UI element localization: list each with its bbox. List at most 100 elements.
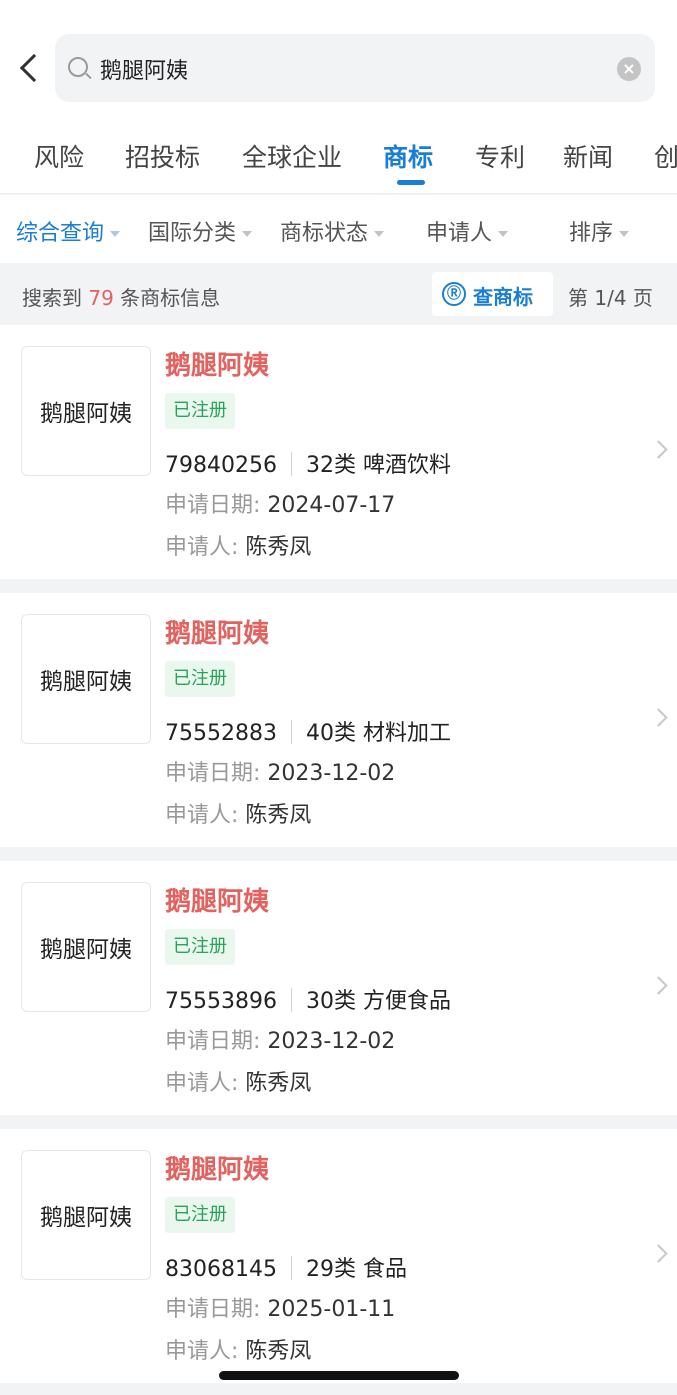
trademark-logo: 鹅腿阿姨 bbox=[21, 882, 151, 1012]
registration-row: 79840256 32类 啤酒饮料 bbox=[165, 447, 451, 479]
active-tab-indicator bbox=[397, 180, 425, 185]
chevron-right-icon bbox=[649, 976, 668, 995]
application-date: 2025-01-11 bbox=[267, 1297, 396, 1322]
applicant-row: 申请人: 陈秀凤 bbox=[165, 797, 311, 829]
application-date: 2023-12-02 bbox=[267, 1029, 396, 1054]
chevron-right-icon bbox=[649, 440, 668, 459]
trademark-logo-text: 鹅腿阿姨 bbox=[40, 937, 132, 963]
filter-international-class[interactable]: 国际分类 bbox=[148, 215, 253, 247]
clear-icon[interactable]: × bbox=[617, 57, 641, 81]
filter-label: 综合查询 bbox=[16, 221, 105, 246]
trademark-name: 鹅腿阿姨 bbox=[165, 887, 270, 917]
application-date-row: 申请日期: 2023-12-02 bbox=[165, 755, 395, 787]
trademark-card[interactable]: 鹅腿阿姨 鹅腿阿姨 已注册 75553896 30类 方便食品 申请日期: 202… bbox=[0, 861, 677, 1115]
check-trademark-button[interactable]: Ⓡ 查商标 bbox=[432, 272, 553, 316]
divider bbox=[290, 720, 292, 744]
filter-comprehensive[interactable]: 综合查询 bbox=[16, 215, 121, 247]
applicant-name: 陈秀凤 bbox=[245, 1071, 312, 1096]
filter-trademark-status[interactable]: 商标状态 bbox=[280, 215, 385, 247]
back-button[interactable] bbox=[14, 50, 49, 86]
applicant-row: 申请人: 陈秀凤 bbox=[165, 1065, 311, 1097]
application-date-label: 申请日期: bbox=[165, 493, 261, 518]
tab-more[interactable]: 创 bbox=[654, 138, 677, 174]
search-input[interactable]: 鹅腿阿姨 × bbox=[55, 34, 655, 102]
filter-sort[interactable]: 排序 bbox=[569, 215, 630, 247]
application-date-label: 申请日期: bbox=[165, 761, 261, 786]
home-indicator[interactable] bbox=[219, 1371, 459, 1380]
registration-number: 75553896 bbox=[165, 989, 277, 1014]
filter-label: 申请人 bbox=[426, 221, 493, 246]
caret-down-icon bbox=[242, 231, 253, 237]
search-query[interactable]: 鹅腿阿姨 bbox=[100, 53, 188, 85]
trademark-logo-text: 鹅腿阿姨 bbox=[40, 401, 132, 427]
applicant-label: 申请人: bbox=[165, 803, 239, 828]
application-date-row: 申请日期: 2025-01-11 bbox=[165, 1291, 395, 1323]
application-date-row: 申请日期: 2023-12-02 bbox=[165, 1023, 395, 1055]
filter-label: 国际分类 bbox=[148, 221, 237, 246]
divider bbox=[290, 1256, 292, 1280]
caret-down-icon bbox=[374, 231, 385, 237]
search-header: 鹅腿阿姨 × bbox=[0, 0, 677, 122]
trademark-name: 鹅腿阿姨 bbox=[165, 1155, 270, 1185]
tab-patent[interactable]: 专利 bbox=[475, 138, 525, 174]
divider bbox=[290, 988, 292, 1012]
trademark-class: 32类 啤酒饮料 bbox=[305, 453, 451, 478]
applicant-row: 申请人: 陈秀凤 bbox=[165, 1333, 311, 1365]
registered-mark-icon: Ⓡ bbox=[442, 282, 466, 306]
caret-down-icon bbox=[110, 231, 121, 237]
divider bbox=[290, 452, 292, 476]
search-icon bbox=[68, 57, 88, 77]
filter-bar: 综合查询 国际分类 商标状态 申请人 排序 bbox=[0, 195, 677, 263]
registration-row: 75552883 40类 材料加工 bbox=[165, 715, 451, 747]
trademark-logo: 鹅腿阿姨 bbox=[21, 346, 151, 476]
status-badge: 已注册 bbox=[165, 1197, 235, 1233]
trademark-card[interactable]: 鹅腿阿姨 鹅腿阿姨 已注册 79840256 32类 啤酒饮料 申请日期: 202… bbox=[0, 325, 677, 579]
tab-risk[interactable]: 风险 bbox=[34, 138, 84, 174]
tab-trademark[interactable]: 商标 bbox=[383, 138, 433, 174]
application-date-label: 申请日期: bbox=[165, 1297, 261, 1322]
application-date-row: 申请日期: 2024-07-17 bbox=[165, 487, 395, 519]
caret-down-icon bbox=[498, 231, 509, 237]
applicant-name: 陈秀凤 bbox=[245, 535, 312, 560]
trademark-logo-text: 鹅腿阿姨 bbox=[40, 1205, 132, 1231]
registration-row: 83068145 29类 食品 bbox=[165, 1251, 407, 1283]
applicant-row: 申请人: 陈秀凤 bbox=[165, 529, 311, 561]
tab-bidding[interactable]: 招投标 bbox=[125, 138, 200, 174]
applicant-name: 陈秀凤 bbox=[245, 1339, 312, 1364]
tab-news[interactable]: 新闻 bbox=[563, 138, 613, 174]
trademark-logo: 鹅腿阿姨 bbox=[21, 614, 151, 744]
trademark-name: 鹅腿阿姨 bbox=[165, 619, 270, 649]
registration-row: 75553896 30类 方便食品 bbox=[165, 983, 451, 1015]
filter-applicant[interactable]: 申请人 bbox=[426, 215, 509, 247]
registration-number: 79840256 bbox=[165, 453, 277, 478]
applicant-label: 申请人: bbox=[165, 1339, 239, 1364]
application-date-label: 申请日期: bbox=[165, 1029, 261, 1054]
application-date: 2024-07-17 bbox=[267, 493, 396, 518]
back-arrow-icon bbox=[19, 53, 49, 83]
registration-number: 75552883 bbox=[165, 721, 277, 746]
registration-number: 83068145 bbox=[165, 1257, 277, 1282]
chevron-right-icon bbox=[649, 708, 668, 727]
trademark-logo: 鹅腿阿姨 bbox=[21, 1150, 151, 1280]
summary-suffix: 条商标信息 bbox=[120, 286, 221, 310]
status-badge: 已注册 bbox=[165, 393, 235, 429]
result-summary: 搜索到 79 条商标信息 Ⓡ 查商标 第 1/4 页 bbox=[0, 263, 677, 325]
tab-global-enterprise[interactable]: 全球企业 bbox=[242, 138, 342, 174]
applicant-label: 申请人: bbox=[165, 535, 239, 560]
filter-label: 商标状态 bbox=[280, 221, 369, 246]
application-date: 2023-12-02 bbox=[267, 761, 396, 786]
trademark-class: 30类 方便食品 bbox=[305, 989, 451, 1014]
chevron-right-icon bbox=[649, 1244, 668, 1263]
page-indicator: 第 1/4 页 bbox=[568, 286, 653, 310]
check-trademark-label: 查商标 bbox=[473, 285, 533, 309]
filter-label: 排序 bbox=[569, 221, 614, 246]
trademark-class: 40类 材料加工 bbox=[305, 721, 451, 746]
status-badge: 已注册 bbox=[165, 929, 235, 965]
trademark-class: 29类 食品 bbox=[305, 1257, 407, 1282]
caret-down-icon bbox=[619, 231, 630, 237]
applicant-label: 申请人: bbox=[165, 1071, 239, 1096]
trademark-card[interactable]: 鹅腿阿姨 鹅腿阿姨 已注册 83068145 29类 食品 申请日期: 2025-… bbox=[0, 1129, 677, 1383]
trademark-card[interactable]: 鹅腿阿姨 鹅腿阿姨 已注册 75552883 40类 材料加工 申请日期: 202… bbox=[0, 593, 677, 847]
category-tabs: 风险 招投标 全球企业 商标 专利 新闻 创 bbox=[0, 122, 677, 194]
trademark-name: 鹅腿阿姨 bbox=[165, 351, 270, 381]
